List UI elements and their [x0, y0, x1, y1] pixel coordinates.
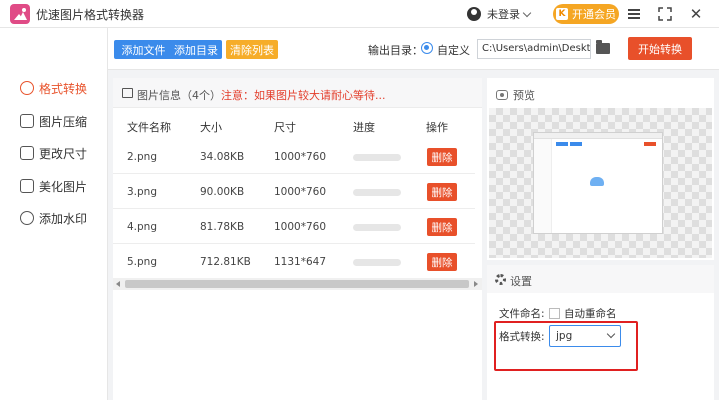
file-count-label: 图片信息（4个）: [137, 89, 221, 102]
menu-icon[interactable]: [624, 4, 644, 24]
file-dims: 1000*760: [274, 186, 327, 198]
image-icon: [122, 88, 133, 98]
table-row[interactable]: 2.png 34.08KB 1000*760 删除: [113, 139, 475, 174]
sidebar-item-label: 添加水印: [39, 211, 88, 226]
sidebar-item-beautify[interactable]: 美化图片: [0, 173, 108, 199]
app-title: 优速图片格式转换器: [36, 8, 145, 22]
column-header-progress: 进度: [353, 121, 375, 134]
file-panel-info: 图片信息（4个）注意：如果图片较大请耐心等待...: [137, 87, 386, 103]
user-login-menu[interactable]: 未登录: [467, 5, 532, 23]
large-file-note: 注意：如果图片较大请耐心等待...: [221, 89, 386, 102]
delete-button[interactable]: 删除: [427, 183, 457, 201]
file-name: 2.png: [127, 151, 158, 163]
column-header-action: 操作: [426, 121, 448, 134]
clear-list-button[interactable]: 清除列表: [226, 40, 278, 59]
preview-panel: 预览: [487, 78, 714, 260]
file-dims: 1000*760: [274, 221, 327, 233]
progress-bar: [353, 224, 401, 231]
auto-rename-label: 自动重命名: [564, 308, 617, 320]
preview-header: 预览: [496, 87, 535, 103]
resize-icon: [20, 146, 34, 160]
app-logo-icon: [10, 4, 30, 24]
output-dir-label: 输出目录：: [368, 44, 423, 57]
watermark-icon: [20, 211, 34, 225]
file-size: 90.00KB: [200, 186, 245, 198]
add-directory-button[interactable]: 添加目录: [170, 40, 222, 59]
custom-dir-radio[interactable]: [421, 42, 433, 54]
file-name: 5.png: [127, 256, 158, 268]
column-header-dims: 尺寸: [274, 121, 296, 134]
delete-button[interactable]: 删除: [427, 148, 457, 166]
file-panel-header: 图片信息（4个）注意：如果图片较大请耐心等待...: [113, 78, 482, 108]
file-dims: 1000*760: [274, 151, 327, 163]
file-list-panel: 图片信息（4个）注意：如果图片较大请耐心等待... 文件名称 大小 尺寸 进度 …: [113, 78, 482, 400]
folder-icon[interactable]: [596, 40, 610, 54]
toolbar: 添加文件 添加目录 清除列表 输出目录： 自定义 C:\Users\admin\…: [108, 28, 719, 70]
file-name: 3.png: [127, 186, 158, 198]
custom-dir-label: 自定义: [437, 44, 470, 57]
column-header-name: 文件名称: [127, 121, 171, 134]
auto-rename-checkbox[interactable]: [549, 308, 560, 319]
settings-header: 设置: [487, 265, 714, 293]
vip-button-label: 开通会员: [572, 8, 616, 21]
scrollbar-thumb[interactable]: [125, 280, 469, 288]
horizontal-scrollbar[interactable]: [113, 278, 482, 290]
file-size: 81.78KB: [200, 221, 245, 233]
add-file-button[interactable]: 添加文件: [114, 40, 173, 59]
vip-button[interactable]: K 开通会员: [553, 4, 619, 24]
delete-button[interactable]: 删除: [427, 253, 457, 271]
file-name: 4.png: [127, 221, 158, 233]
image-icon: [20, 179, 34, 193]
file-dims: 1131*647: [274, 256, 327, 268]
progress-bar: [353, 189, 401, 196]
vip-icon: K: [556, 8, 568, 20]
convert-icon: [20, 81, 34, 95]
table-row[interactable]: 5.png 712.81KB 1131*647 删除: [113, 244, 475, 279]
sidebar-item-label: 更改尺寸: [39, 146, 88, 161]
sidebar: 格式转换 图片压缩 更改尺寸 美化图片 添加水印: [0, 28, 108, 400]
preview-title: 预览: [513, 89, 535, 102]
sidebar-item-watermark[interactable]: 添加水印: [0, 205, 108, 231]
user-login-label: 未登录: [487, 8, 520, 21]
table-row[interactable]: 3.png 90.00KB 1000*760 删除: [113, 174, 475, 209]
sidebar-item-label: 图片压缩: [39, 114, 88, 129]
progress-bar: [353, 259, 401, 266]
progress-bar: [353, 154, 401, 161]
preview-canvas: [489, 108, 712, 258]
preview-icon: [496, 90, 508, 100]
column-header-size: 大小: [200, 121, 222, 134]
compress-icon: [20, 114, 34, 128]
close-icon[interactable]: ✕: [686, 4, 706, 24]
maximize-icon[interactable]: [655, 4, 675, 24]
file-size: 712.81KB: [200, 256, 251, 268]
highlight-annotation: [494, 321, 638, 371]
preview-thumbnail: [533, 132, 663, 234]
table-row[interactable]: 4.png 81.78KB 1000*760 删除: [113, 209, 475, 244]
scroll-left-icon[interactable]: [116, 281, 120, 287]
delete-button[interactable]: 删除: [427, 218, 457, 236]
filename-label: 文件命名:: [499, 308, 545, 320]
file-size: 34.08KB: [200, 151, 245, 163]
output-path-input[interactable]: C:\Users\admin\Deskto: [477, 39, 591, 59]
start-convert-button[interactable]: 开始转换: [628, 37, 692, 60]
sidebar-item-label: 格式转换: [39, 81, 88, 96]
gear-icon: [495, 274, 506, 285]
sidebar-item-format-convert[interactable]: 格式转换: [0, 75, 108, 101]
scroll-right-icon[interactable]: [474, 281, 478, 287]
sidebar-item-resize[interactable]: 更改尺寸: [0, 140, 108, 166]
sidebar-item-image-compress[interactable]: 图片压缩: [0, 108, 108, 134]
title-bar: 优速图片格式转换器 未登录 K 开通会员 ✕: [0, 0, 719, 28]
sidebar-item-label: 美化图片: [39, 179, 88, 194]
user-icon: [467, 7, 481, 21]
settings-title: 设置: [510, 275, 532, 288]
chevron-down-icon: [522, 8, 532, 17]
